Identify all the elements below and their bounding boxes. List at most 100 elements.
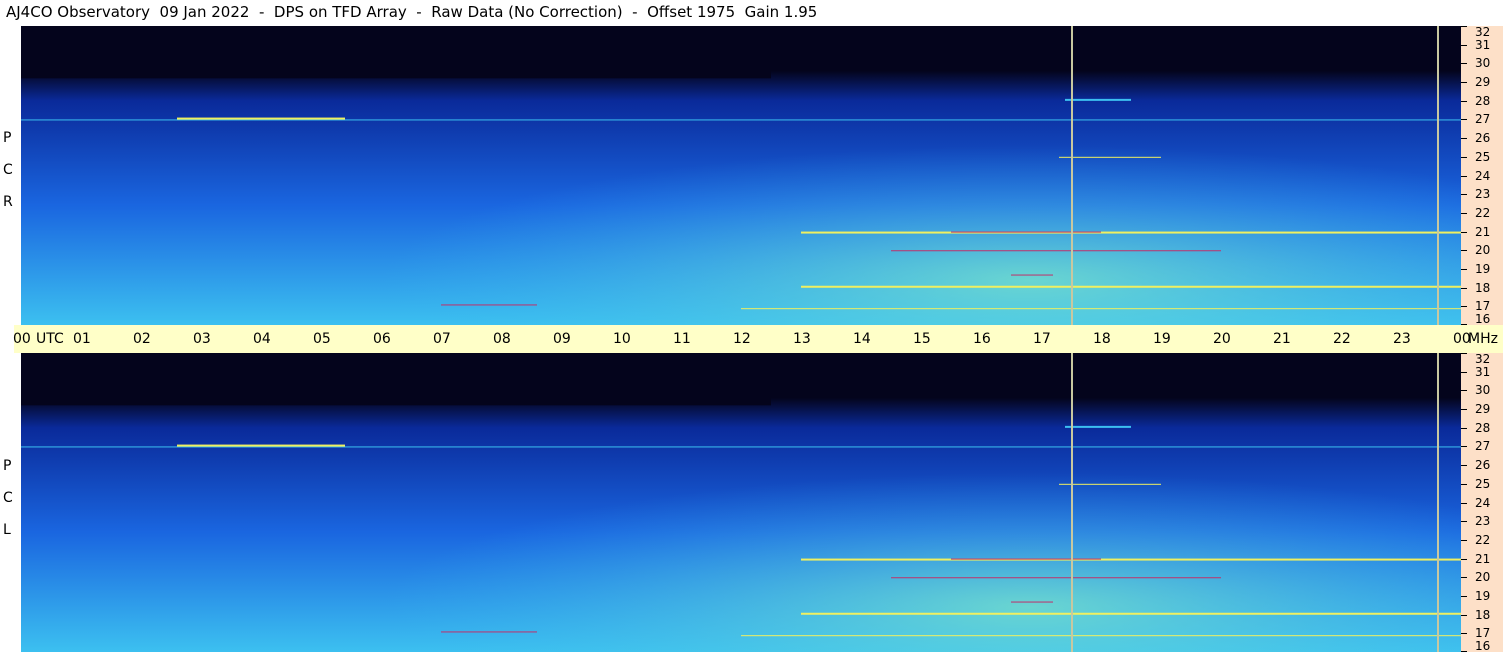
utc-tick-4: 04	[253, 331, 271, 347]
freq-tick-25	[1461, 156, 1467, 158]
freq-label-16: 16	[1475, 312, 1491, 326]
interference-band-3	[801, 231, 1461, 234]
freq-tick-21	[1461, 558, 1467, 560]
freq-tick-32	[1461, 26, 1467, 27]
interference-band-2	[1065, 425, 1131, 428]
interference-band-4	[951, 231, 1101, 233]
interference-band-0	[21, 446, 1461, 448]
freq-label-17: 17	[1475, 299, 1491, 314]
utc-tick-20: 20	[1213, 331, 1231, 347]
interference-band-1	[177, 117, 345, 120]
time-marker-0	[1071, 26, 1073, 325]
utc-tick-16: 16	[973, 331, 991, 347]
utc-tick-5: 05	[313, 331, 331, 347]
freq-label-18: 18	[1475, 607, 1491, 622]
utc-tick-8: 08	[493, 331, 511, 347]
utc-tick-11: 11	[673, 331, 691, 347]
interference-band-0	[21, 119, 1461, 121]
freq-tick-19	[1461, 268, 1467, 270]
interference-band-6	[801, 285, 1461, 288]
rcp-label: P C R	[3, 130, 13, 210]
interference-band-8	[741, 308, 1461, 310]
freq-label-25: 25	[1475, 149, 1491, 164]
lcp-svg	[21, 353, 1461, 652]
freq-tick-22	[1461, 539, 1467, 541]
lcp-letter-p: P	[3, 458, 12, 474]
interference-band-10	[1011, 274, 1053, 276]
interference-band-9	[1059, 483, 1161, 485]
freq-label-24: 24	[1475, 495, 1491, 510]
lcp-frequency-axis: 32 31 30 29 28 27 26 25 24 23 22 21 20 19 18 17 16	[1461, 353, 1503, 652]
freq-tick-26	[1461, 138, 1467, 140]
utc-tick-6: 06	[373, 331, 391, 347]
interference-band-5	[891, 250, 1221, 252]
freq-label-26: 26	[1475, 458, 1491, 473]
night-absorption-region	[21, 26, 771, 79]
freq-tick-23	[1461, 521, 1467, 523]
utc-tick-3: 03	[193, 331, 211, 347]
freq-tick-32	[1461, 353, 1467, 354]
interference-band-3	[801, 558, 1461, 561]
interference-band-7	[441, 304, 537, 306]
freq-label-23: 23	[1475, 187, 1491, 202]
freq-label-19: 19	[1475, 588, 1491, 603]
freq-label-30: 30	[1475, 56, 1491, 71]
mhz-unit-label: MHz	[1468, 331, 1498, 347]
freq-tick-17	[1461, 633, 1467, 635]
rcp-svg	[21, 26, 1461, 325]
freq-tick-18	[1461, 614, 1467, 616]
utc-tick-0: 00	[13, 331, 31, 347]
freq-label-27: 27	[1475, 112, 1491, 127]
lcp-spectrogram	[21, 353, 1461, 652]
freq-tick-19	[1461, 595, 1467, 597]
freq-tick-23	[1461, 194, 1467, 196]
lcp-letter-l: L	[3, 522, 11, 538]
interference-band-8	[741, 635, 1461, 637]
freq-tick-21	[1461, 231, 1467, 233]
freq-label-28: 28	[1475, 420, 1491, 435]
freq-tick-27	[1461, 119, 1467, 121]
interference-band-10	[1011, 601, 1053, 603]
rcp-frequency-axis: 32 31 30 29 28 27 26 25 24 23 22 21 20 19 18 17 16	[1461, 26, 1503, 325]
utc-tick-2: 02	[133, 331, 151, 347]
freq-tick-20	[1461, 250, 1467, 252]
utc-tick-18: 18	[1093, 331, 1111, 347]
freq-tick-29	[1461, 82, 1467, 84]
utc-time-axis: 00 01 02 03 04 05 06 07 08 09 10 11 12 13 14 15 16 17 18 19…	[13, 325, 1503, 353]
interference-band-4	[951, 558, 1101, 560]
chart-title: AJ4CO Observatory 09 Jan 2022 - DPS on T…	[6, 3, 818, 21]
time-marker-1	[1437, 353, 1439, 652]
freq-tick-29	[1461, 409, 1467, 411]
freq-label-21: 21	[1475, 551, 1491, 566]
interference-band-6	[801, 612, 1461, 615]
utc-tick-1: 01	[73, 331, 91, 347]
freq-tick-22	[1461, 212, 1467, 214]
freq-label-32: 32	[1475, 352, 1491, 366]
utc-tick-7: 07	[433, 331, 451, 347]
rcp-spectrogram	[21, 26, 1461, 325]
freq-label-32: 32	[1475, 25, 1491, 39]
utc-tick-23: 23	[1393, 331, 1411, 347]
freq-label-29: 29	[1475, 402, 1491, 417]
freq-tick-16	[1461, 651, 1467, 652]
rcp-letter-r: R	[3, 194, 13, 210]
freq-tick-18	[1461, 287, 1467, 289]
utc-tick-17: 17	[1033, 331, 1051, 347]
lcp-letter-c: C	[3, 490, 13, 506]
freq-tick-25	[1461, 483, 1467, 485]
rcp-letter-c: C	[3, 162, 13, 178]
freq-tick-24	[1461, 502, 1467, 504]
freq-label-30: 30	[1475, 383, 1491, 398]
freq-tick-28	[1461, 427, 1467, 429]
night-absorption-region	[21, 353, 771, 406]
freq-label-16: 16	[1475, 639, 1491, 653]
freq-label-20: 20	[1475, 243, 1491, 258]
freq-label-23: 23	[1475, 514, 1491, 529]
utc-tick-15: 15	[913, 331, 931, 347]
utc-tick-19: 19	[1153, 331, 1171, 347]
freq-label-31: 31	[1475, 364, 1491, 379]
lcp-label: P C L	[3, 458, 13, 538]
time-marker-0	[1071, 353, 1073, 652]
freq-label-20: 20	[1475, 570, 1491, 585]
utc-tick-10: 10	[613, 331, 631, 347]
